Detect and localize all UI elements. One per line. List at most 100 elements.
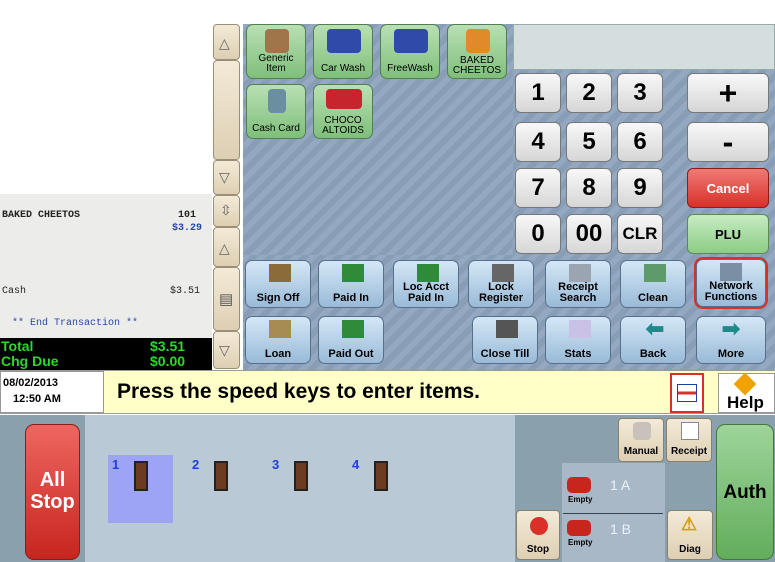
hose-1a-status: Empty [568, 495, 593, 504]
receipt-expand-button[interactable]: ⇳ [213, 195, 240, 227]
key-6[interactable]: 6 [617, 122, 663, 162]
minus-key[interactable]: - [687, 122, 769, 162]
loan-button[interactable]: Loan [245, 316, 311, 364]
receipt-button[interactable]: Receipt [666, 418, 712, 462]
receipt-payment-amount: $3.51 [170, 286, 201, 297]
fuel-pump-icon [374, 461, 388, 491]
key-00[interactable]: 00 [566, 214, 612, 254]
receipt-end-transaction: ** End Transaction ** [12, 318, 139, 329]
hose-1b-label: 1 B [610, 521, 632, 537]
key-0[interactable]: 0 [515, 214, 561, 254]
money-transfer-icon [342, 320, 364, 338]
key-2[interactable]: 2 [566, 73, 612, 113]
network-functions-button[interactable]: Network Functions [694, 257, 768, 309]
hose-1a-label: 1 A [610, 477, 631, 493]
stop-label: Stop [526, 544, 550, 555]
back-button[interactable]: ⬅ Back [620, 316, 686, 364]
snack-icon [466, 29, 490, 53]
clr-key[interactable]: CLR [617, 214, 663, 254]
key-4[interactable]: 4 [515, 122, 561, 162]
pump-4[interactable]: 4 [348, 455, 413, 523]
plu-button[interactable]: PLU [687, 214, 769, 254]
paid-in-button[interactable]: Paid In [318, 260, 384, 308]
diag-button[interactable]: ⚠ Diag [667, 510, 713, 560]
car-icon [567, 477, 591, 493]
totals-panel: Total $3.51 Chg Due $0.00 [0, 338, 212, 370]
print-button[interactable]: ▤ [213, 267, 240, 331]
card-icon [268, 89, 286, 113]
scroll-track[interactable] [213, 60, 240, 160]
key-7[interactable]: 7 [515, 168, 561, 208]
receipt-label: Receipt [670, 446, 708, 457]
key-1[interactable]: 1 [515, 73, 561, 113]
pump-2-number: 2 [192, 457, 200, 472]
car-icon [567, 520, 591, 536]
arrow-up-icon: △ [219, 35, 230, 51]
date-text: 08/02/2013 [3, 377, 59, 389]
lock-icon [492, 264, 514, 282]
help-button[interactable]: Help [718, 372, 775, 413]
receipt-payment-label: Cash [2, 286, 27, 297]
pen-icon [269, 264, 291, 282]
pump-2[interactable]: 2 [188, 455, 253, 523]
hose-1b[interactable]: Empty 1 B [563, 514, 663, 562]
item-generic-item[interactable]: Generic Item [246, 24, 306, 79]
pump-4-number: 4 [352, 457, 360, 472]
arrow-left-icon: ⬅ [645, 316, 665, 341]
notepad-button[interactable] [670, 373, 704, 413]
arrow-right-icon: ➡ [721, 316, 741, 341]
help-label: Help [727, 393, 764, 412]
network-icon [720, 263, 742, 281]
receipt-scroll-down-button[interactable]: ▽ [213, 331, 240, 369]
total-label: Total [1, 338, 34, 354]
pump-3[interactable]: 3 [268, 455, 333, 523]
car-icon [327, 29, 361, 53]
cancel-button[interactable]: Cancel [687, 168, 769, 208]
paid-out-button[interactable]: Paid Out [318, 316, 384, 364]
sign-off-button[interactable]: Sign Off [245, 260, 311, 308]
key-3[interactable]: 3 [617, 73, 663, 113]
lock-register-button[interactable]: Lock Register [468, 260, 534, 308]
hose-1a[interactable]: Empty 1 A [563, 465, 663, 513]
pump-1[interactable]: 1 [108, 455, 173, 523]
stats-button[interactable]: Stats [545, 316, 611, 364]
scroll-up-button[interactable]: △ [213, 24, 240, 60]
time-text: 12:50 AM [13, 393, 61, 405]
manual-label: Manual [623, 446, 659, 457]
scroll-down-button[interactable]: ▽ [213, 160, 240, 195]
receipt-panel: BAKED CHEETOS 101 $3.29 Cash $3.51 ** En… [0, 194, 212, 338]
manual-button[interactable]: Manual [618, 418, 664, 462]
chg-due-label: Chg Due [1, 353, 59, 369]
close-till-button[interactable]: Close Till [472, 316, 538, 364]
key-8[interactable]: 8 [566, 168, 612, 208]
more-button[interactable]: ➡ More [696, 316, 766, 364]
date-time-box: 08/02/2013 12:50 AM [0, 371, 104, 413]
broom-icon [644, 264, 666, 282]
chart-icon [569, 320, 591, 338]
total-value: $3.51 [150, 338, 186, 354]
item-baked-cheetos[interactable]: BAKED CHEETOS [447, 24, 507, 79]
receipt-scroll-up-button[interactable]: △ [213, 227, 240, 267]
auth-button[interactable]: Auth [716, 424, 774, 560]
receipt-search-button[interactable]: Receipt Search [545, 260, 611, 308]
money-bag-icon [269, 320, 291, 338]
item-free-wash[interactable]: FreeWash [380, 24, 440, 79]
register-icon [496, 320, 518, 338]
chg-due-value: $0.00 [150, 353, 186, 369]
item-car-wash[interactable]: Car Wash [313, 24, 373, 79]
stop-button[interactable]: Stop [516, 510, 560, 560]
key-5[interactable]: 5 [566, 122, 612, 162]
car-icon [394, 29, 428, 53]
pos-screen: △ ▽ ⇳ △ ▤ ▽ Generic Item Car Wash FreeWas… [0, 0, 775, 562]
key-9[interactable]: 9 [617, 168, 663, 208]
fuel-pump-icon [294, 461, 308, 491]
warning-icon: ⚠ [681, 514, 698, 534]
all-stop-label-line1: All [39, 469, 66, 491]
arrow-up-icon: △ [219, 240, 230, 256]
clean-button[interactable]: Clean [620, 260, 686, 308]
item-cash-card[interactable]: Cash Card [246, 84, 306, 139]
loc-acct-paid-in-button[interactable]: Loc Acct Paid In [393, 260, 459, 308]
all-stop-button[interactable]: All Stop [25, 424, 80, 560]
item-choco-altoids[interactable]: CHOCO ALTOIDS [313, 84, 373, 139]
plus-key[interactable]: + [687, 73, 769, 113]
